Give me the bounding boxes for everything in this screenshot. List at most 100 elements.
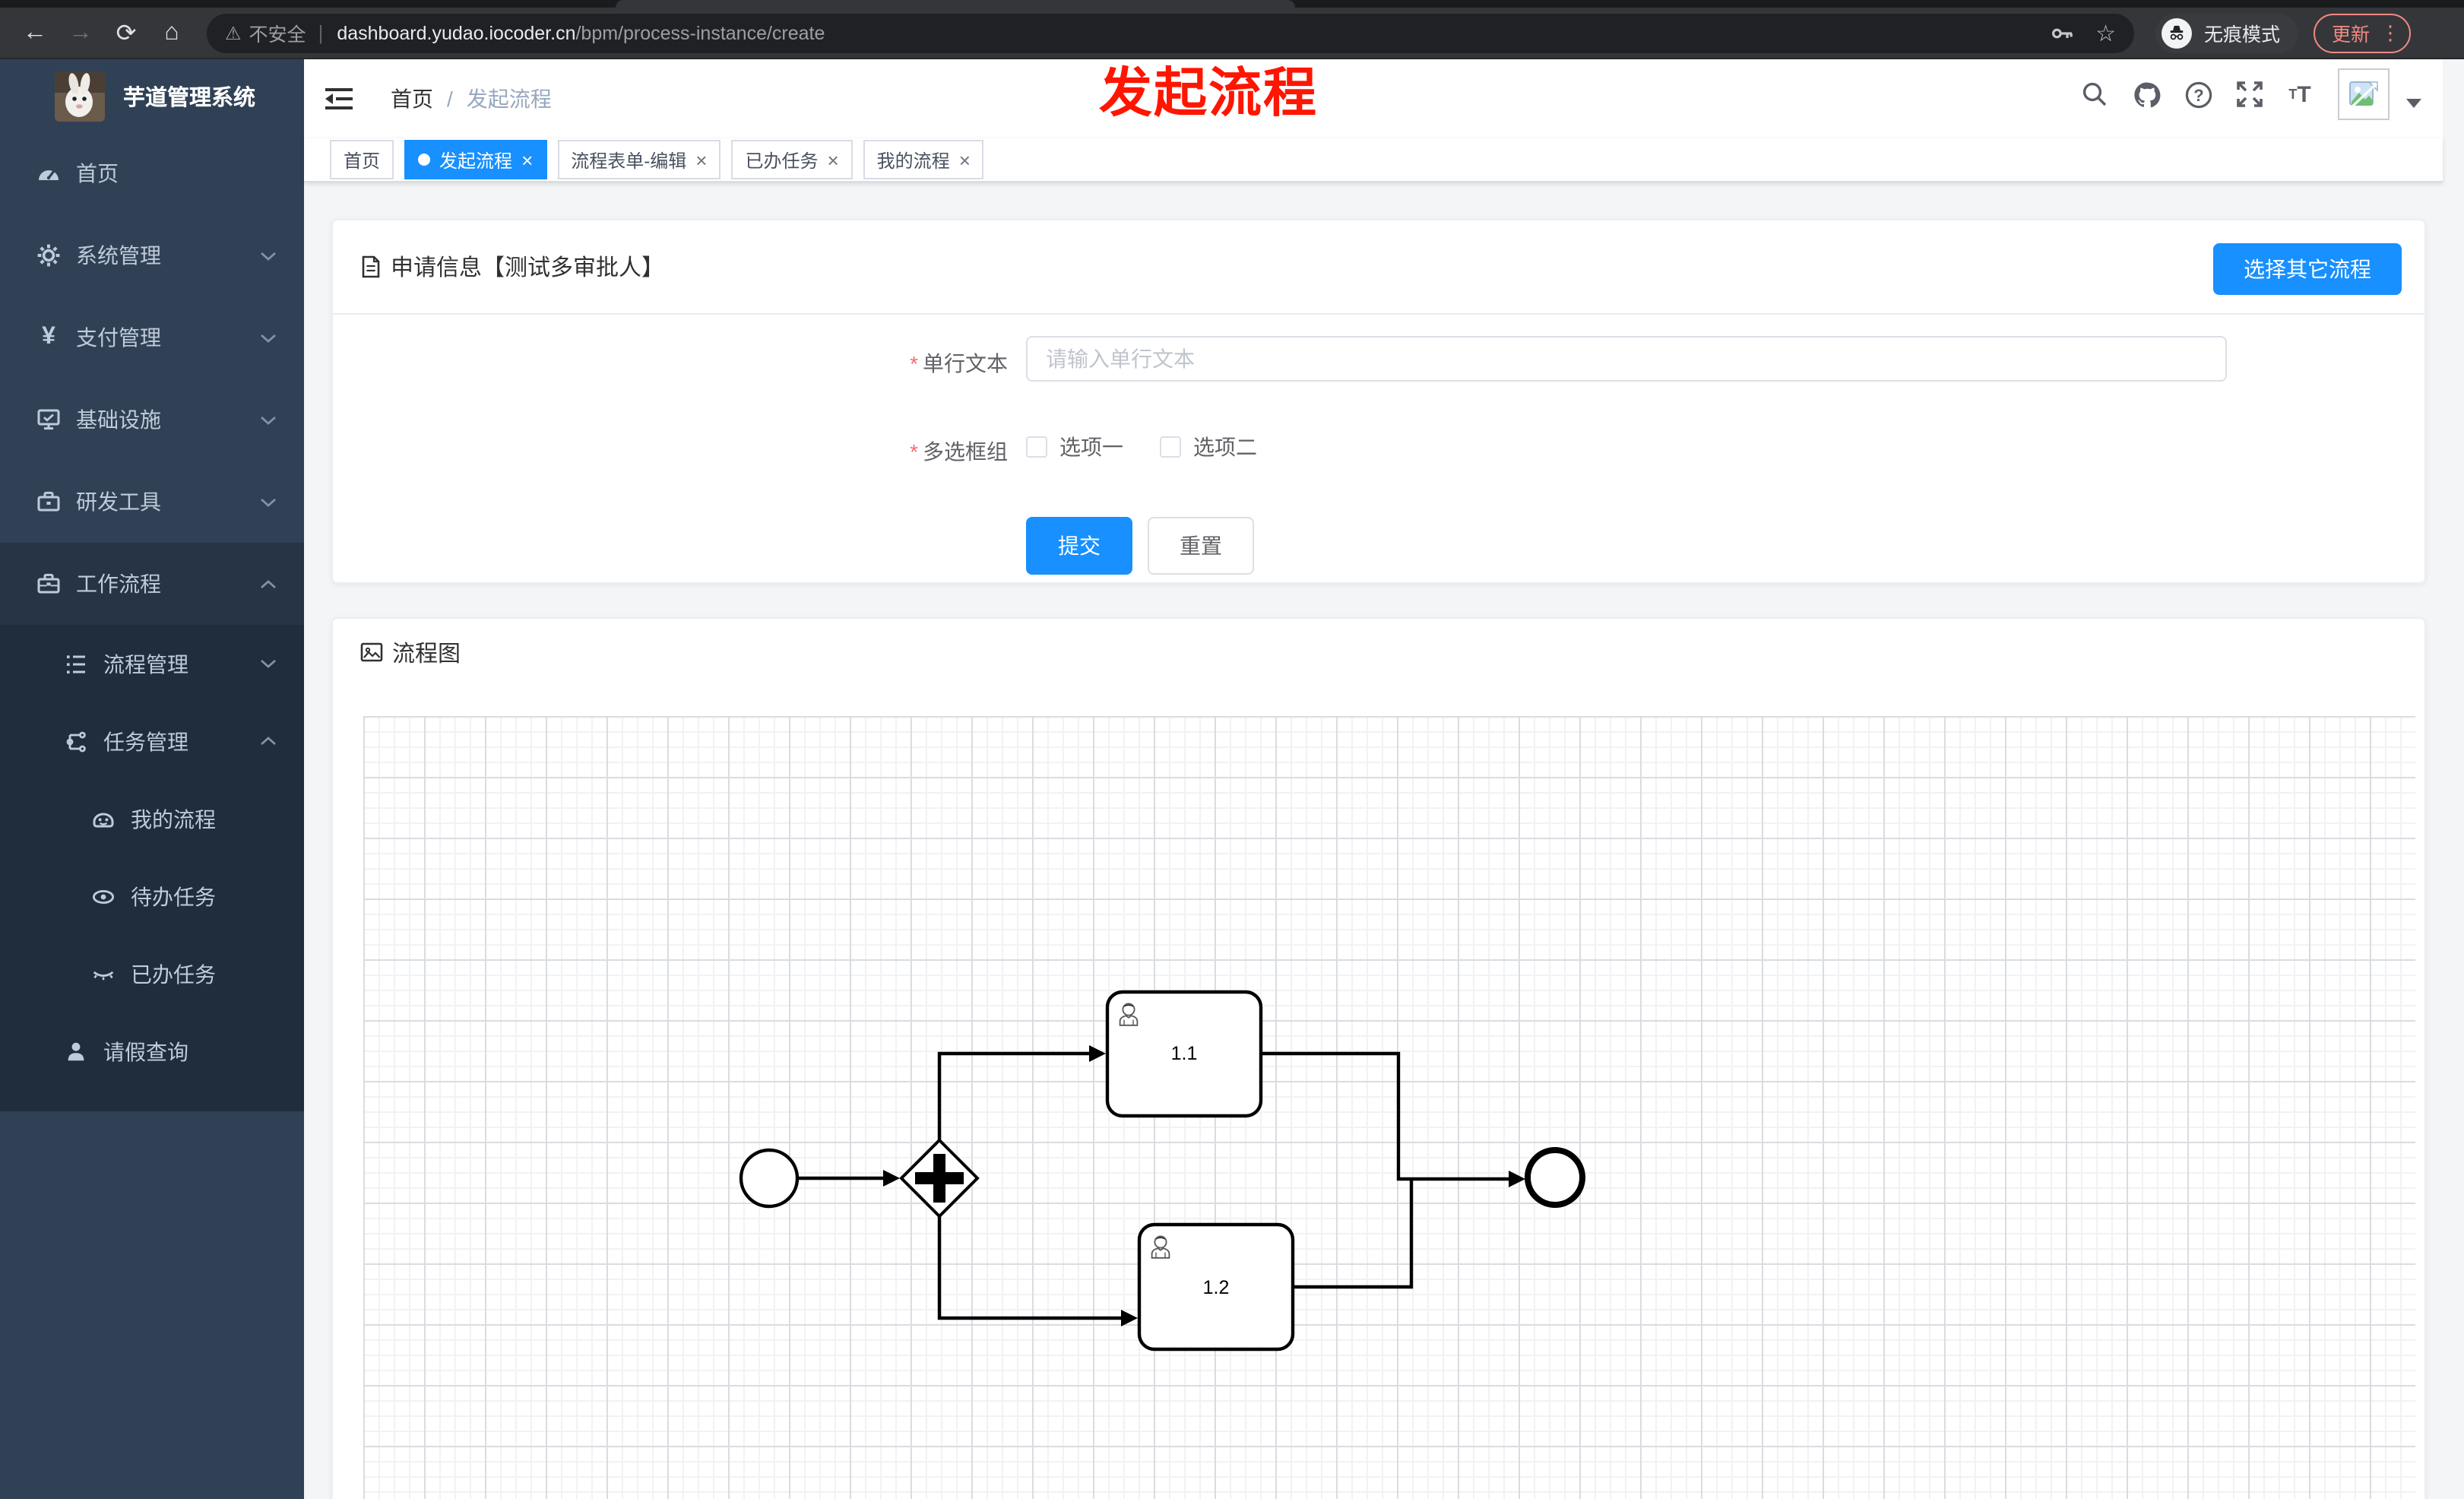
checkbox-icon[interactable] (1026, 436, 1047, 458)
browser-tab-strip (0, 0, 2464, 8)
gear-icon (36, 243, 61, 268)
briefcase-icon (36, 572, 61, 596)
close-icon[interactable]: × (959, 150, 971, 170)
sidebar-item-label: 已办任务 (131, 962, 216, 986)
parallel-gateway[interactable] (899, 1138, 980, 1219)
sidebar-item-system[interactable]: 系统管理 (0, 214, 304, 296)
breadcrumb-home[interactable]: 首页 (391, 84, 433, 114)
choose-other-process-button[interactable]: 选择其它流程 (2213, 243, 2402, 295)
fullscreen-icon[interactable] (2231, 76, 2268, 113)
sidebar-item-process-mgmt[interactable]: 流程管理 (0, 625, 304, 702)
update-label[interactable]: 更新 (2332, 18, 2370, 47)
checkbox-icon[interactable] (1160, 436, 1181, 458)
tree-icon (64, 729, 88, 753)
sidebar-item-label: 请假查询 (103, 1039, 188, 1063)
sidebar-collapse-icon[interactable] (322, 82, 356, 116)
url-host: dashboard.yudao.iocoder.cn (337, 22, 576, 43)
sidebar-item-devtools[interactable]: 研发工具 (0, 461, 304, 543)
sidebar-item-workflow[interactable]: 工作流程 (0, 543, 304, 625)
sidebar-item-task-mgmt[interactable]: 任务管理 (0, 702, 304, 780)
checkbox-group-label: * 多选框组 (910, 439, 1008, 464)
bpmn-grid: 1.1 1.2 (363, 716, 2415, 1499)
avatar[interactable] (2338, 68, 2390, 120)
sidebar-item-todo-tasks[interactable]: 待办任务 (0, 857, 304, 935)
browser-active-tab[interactable] (616, 0, 1295, 8)
user-task-1-1[interactable]: 1.1 (1105, 990, 1263, 1118)
breadcrumb-separator: / (447, 87, 453, 111)
close-icon[interactable]: × (695, 150, 707, 170)
card-header: 申请信息【测试多审批人】 (333, 220, 2424, 315)
tab-label: 首页 (344, 150, 381, 171)
sidebar-logo[interactable]: 芋道管理系统 (0, 59, 304, 132)
single-line-text-input[interactable] (1026, 336, 2227, 382)
sidebar-item-payment[interactable]: ¥ 支付管理 (0, 296, 304, 379)
yen-icon: ¥ (42, 324, 55, 350)
checkbox-option-2[interactable]: 选项二 (1160, 432, 1257, 462)
process-diagram-card: 流程图 1.1 1.2 (331, 617, 2426, 1499)
avatar-dropdown-caret[interactable] (2406, 99, 2421, 108)
tab-home[interactable]: 首页 (330, 140, 394, 179)
tab-start-process[interactable]: 发起流程 × (404, 140, 547, 179)
close-icon[interactable]: × (521, 150, 533, 170)
main-area: 首页 / 发起流程 ? TT 首页 发起流程 × 流程表单-编辑 × 已办任务 … (304, 59, 2443, 1499)
tab-label: 发起流程 (439, 150, 513, 171)
github-icon[interactable] (2128, 76, 2165, 113)
sidebar-item-leave-query[interactable]: 请假查询 (0, 1013, 304, 1090)
app-root: 芋道管理系统 首页 系统管理 ¥ 支付管理 基础设施 研发工具 工作流程 流程管… (0, 59, 2464, 1499)
active-tab-dot (418, 154, 431, 166)
tab-done-tasks[interactable]: 已办任务 × (731, 140, 853, 179)
tab-form-edit[interactable]: 流程表单-编辑 × (557, 140, 721, 179)
back-button[interactable]: ← (12, 11, 58, 54)
help-icon[interactable]: ? (2180, 76, 2216, 113)
font-size-icon[interactable]: TT (2282, 76, 2318, 113)
tab-label: 已办任务 (745, 150, 819, 171)
sidebar-item-label: 流程管理 (103, 651, 188, 676)
svg-text:?: ? (2193, 85, 2203, 104)
card-header: 流程图 (333, 619, 2424, 687)
browser-update-chip[interactable]: 更新 ⋮ (2314, 13, 2412, 52)
chevron-down-icon (260, 250, 277, 261)
start-event[interactable] (739, 1148, 800, 1209)
reload-button[interactable]: ⟳ (103, 11, 149, 54)
sidebar: 芋道管理系统 首页 系统管理 ¥ 支付管理 基础设施 研发工具 工作流程 流程管… (0, 59, 304, 1499)
sidebar-item-done-tasks[interactable]: 已办任务 (0, 935, 304, 1013)
logo-image (55, 71, 105, 121)
card-title: 申请信息【测试多审批人】 (391, 255, 665, 281)
password-key-icon[interactable] (2050, 21, 2074, 45)
address-bar[interactable]: ⚠ 不安全 | dashboard.yudao.iocoder.cn /bpm/… (207, 13, 2134, 52)
sidebar-item-label: 支付管理 (76, 325, 161, 350)
app-title: 芋道管理系统 (123, 86, 255, 110)
forward-button[interactable]: → (58, 11, 103, 54)
sidebar-item-label: 研发工具 (76, 490, 161, 514)
eye-closed-icon (91, 962, 116, 986)
toolbox-icon (36, 490, 61, 514)
end-event[interactable] (1525, 1147, 1585, 1208)
browser-menu-icon[interactable]: ⋮ (2380, 21, 2400, 45)
sidebar-item-label: 任务管理 (103, 729, 188, 753)
tab-my-process[interactable]: 我的流程 × (863, 140, 984, 179)
search-icon[interactable] (2076, 76, 2113, 113)
not-secure-label[interactable]: 不安全 (249, 18, 306, 47)
required-star: * (910, 439, 918, 464)
checkbox-option-1[interactable]: 选项一 (1026, 432, 1123, 462)
page-content: 申请信息【测试多审批人】 选择其它流程 *单行文本 *多选框组 选项一 (304, 182, 2443, 1499)
sidebar-item-infra[interactable]: 基础设施 (0, 379, 304, 461)
checkbox-group: 选项一 选项二 (1026, 433, 1257, 461)
bpmn-canvas[interactable]: 1.1 1.2 (333, 686, 2424, 1499)
required-star: * (910, 351, 918, 376)
close-icon[interactable]: × (827, 150, 838, 170)
sidebar-item-home[interactable]: 首页 (0, 132, 304, 214)
reset-button[interactable]: 重置 (1148, 517, 1254, 575)
chevron-down-icon (260, 496, 277, 507)
checkbox-label: 选项一 (1059, 435, 1123, 459)
sidebar-item-label: 工作流程 (76, 572, 161, 596)
home-button[interactable]: ⌂ (149, 11, 195, 54)
application-info-card: 申请信息【测试多审批人】 选择其它流程 *单行文本 *多选框组 选项一 (331, 219, 2426, 584)
document-icon (360, 255, 382, 278)
sidebar-menu: 首页 系统管理 ¥ 支付管理 基础设施 研发工具 工作流程 流程管理 任务管理 … (0, 132, 304, 1111)
sidebar-item-my-process[interactable]: 我的流程 (0, 780, 304, 857)
submit-button[interactable]: 提交 (1026, 517, 1132, 575)
bookmark-star-icon[interactable]: ☆ (2095, 19, 2116, 46)
user-task-1-2[interactable]: 1.2 (1137, 1222, 1295, 1352)
bpmn-diagram: 1.1 1.2 (739, 990, 1585, 1352)
